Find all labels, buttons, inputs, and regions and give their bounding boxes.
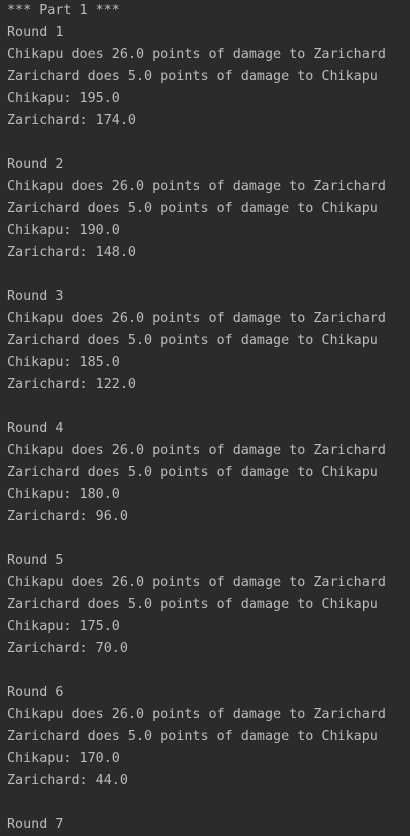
round-title: Round 3 [7, 289, 64, 304]
round-title: Round 1 [7, 25, 64, 40]
round-title: Round 6 [7, 685, 64, 700]
output-line: Chikapu does 26.0 points of damage to Za… [7, 575, 386, 590]
output-line: Chikapu: 190.0 [7, 223, 120, 238]
part-header: *** Part 1 *** [7, 3, 120, 18]
output-line: Zarichard: 44.0 [7, 773, 128, 788]
output-line: Zarichard: 70.0 [7, 641, 128, 656]
output-line: Zarichard does 5.0 points of damage to C… [7, 729, 378, 744]
output-line: Chikapu does 26.0 points of damage to Za… [7, 47, 386, 62]
output-line: Chikapu does 26.0 points of damage to Za… [7, 311, 386, 326]
round-block: Round 7 [7, 814, 407, 836]
output-line: Chikapu: 180.0 [7, 487, 120, 502]
output-line: Chikapu: 195.0 [7, 91, 120, 106]
output-line: Chikapu: 170.0 [7, 751, 120, 766]
output-line: Chikapu does 26.0 points of damage to Za… [7, 179, 386, 194]
output-line: Zarichard does 5.0 points of damage to C… [7, 201, 378, 216]
round-title: Round 7 [7, 817, 64, 832]
output-line: Zarichard: 148.0 [7, 245, 136, 260]
output-line: Chikapu: 175.0 [7, 619, 120, 634]
round-title: Round 4 [7, 421, 64, 436]
output-line: Zarichard does 5.0 points of damage to C… [7, 465, 378, 480]
round-block: Round 4 Chikapu does 26.0 points of damag… [7, 418, 407, 528]
output-line: Zarichard: 174.0 [7, 113, 136, 128]
console-output[interactable]: *** Part 1 *** Round 1 Chikapu does 26.0 … [7, 0, 407, 836]
round-block: Round 5 Chikapu does 26.0 points of damag… [7, 550, 407, 660]
round-block: Round 3 Chikapu does 26.0 points of damag… [7, 286, 407, 396]
round-block: Round 1 Chikapu does 26.0 points of damag… [7, 22, 407, 132]
output-line: Zarichard does 5.0 points of damage to C… [7, 69, 378, 84]
output-line: Zarichard does 5.0 points of damage to C… [7, 597, 378, 612]
output-line: Chikapu does 26.0 points of damage to Za… [7, 707, 386, 722]
output-line: Chikapu: 185.0 [7, 355, 120, 370]
round-title: Round 5 [7, 553, 64, 568]
rounds-list: Round 1 Chikapu does 26.0 points of damag… [7, 22, 407, 836]
output-line: Zarichard: 96.0 [7, 509, 128, 524]
round-block: Round 2 Chikapu does 26.0 points of damag… [7, 154, 407, 264]
round-title: Round 2 [7, 157, 64, 172]
output-line: Zarichard: 122.0 [7, 377, 136, 392]
round-block: Round 6 Chikapu does 26.0 points of damag… [7, 682, 407, 792]
output-line: Chikapu does 26.0 points of damage to Za… [7, 443, 386, 458]
output-line: Zarichard does 5.0 points of damage to C… [7, 333, 378, 348]
